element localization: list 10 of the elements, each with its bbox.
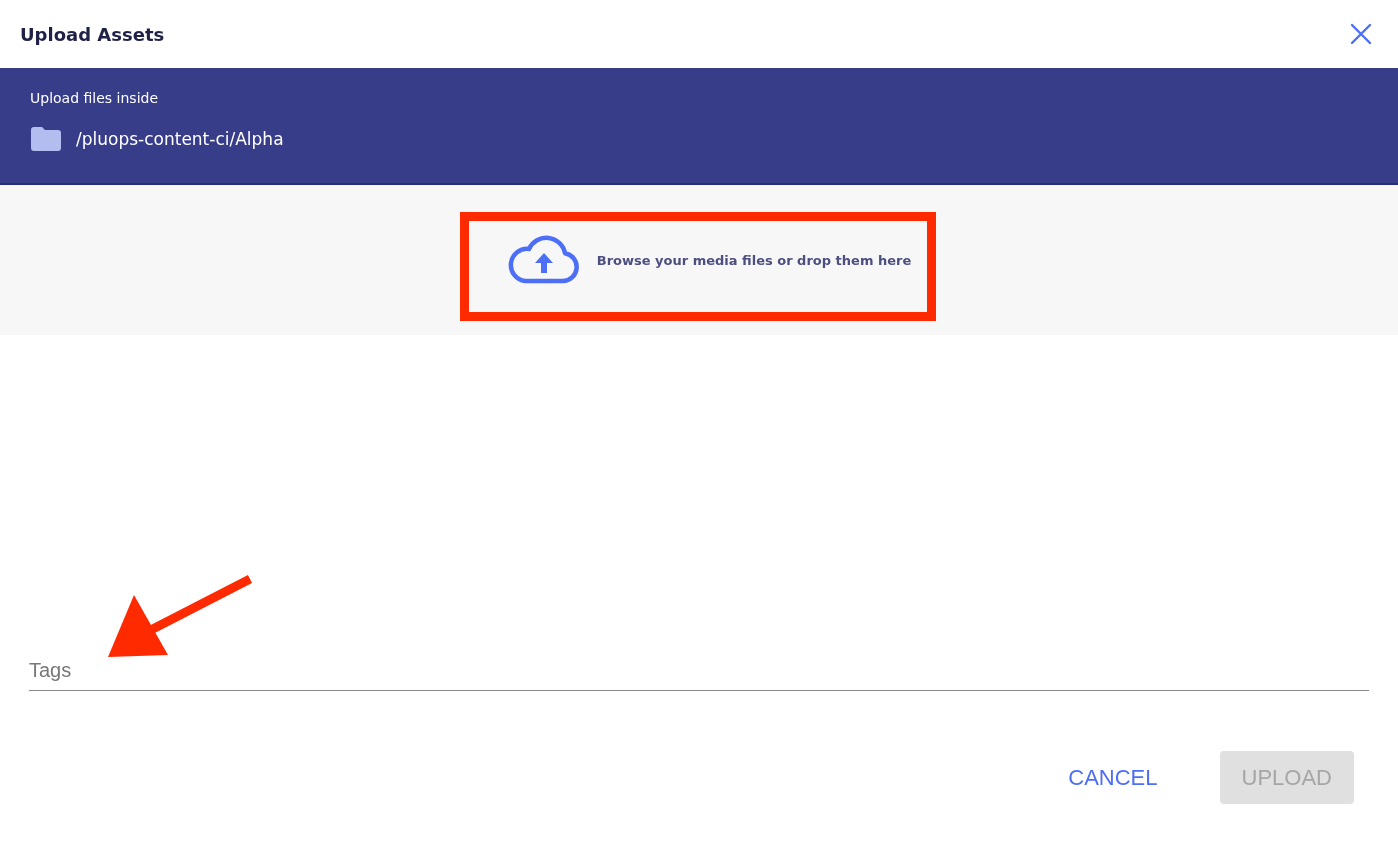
cancel-button[interactable]: CANCEL xyxy=(1046,751,1180,804)
dialog-title: Upload Assets xyxy=(20,23,165,45)
close-icon xyxy=(1350,23,1372,45)
dropzone-text[interactable]: Browse your media files or drop them here xyxy=(596,252,912,268)
folder-path: /pluops-content-ci/Alpha xyxy=(76,129,284,149)
cloud-upload-icon xyxy=(506,235,581,285)
destination-label: Upload files inside xyxy=(30,90,159,106)
dropzone[interactable]: Browse your media files or drop them here xyxy=(0,185,1398,335)
close-button[interactable] xyxy=(1350,23,1372,45)
folder-icon xyxy=(30,126,62,152)
